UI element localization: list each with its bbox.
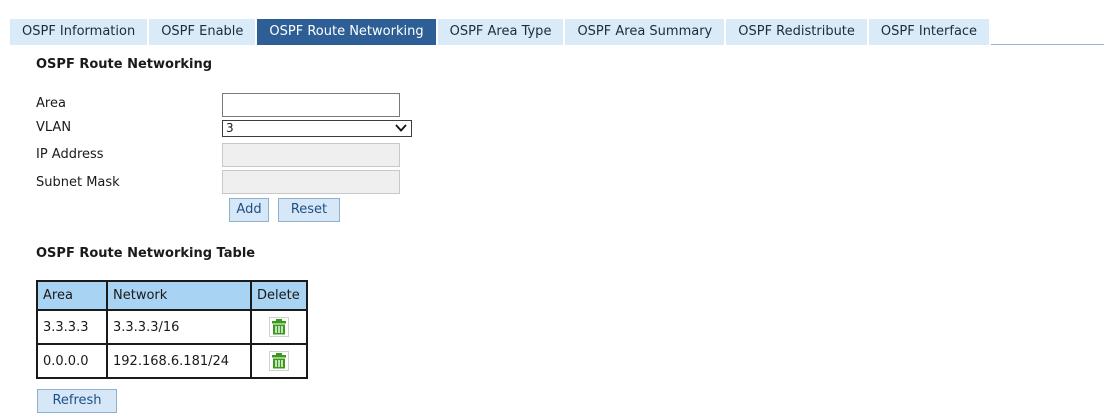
tab-ospf-route-networking[interactable]: OSPF Route Networking bbox=[257, 19, 438, 45]
add-button[interactable]: Add bbox=[229, 198, 269, 222]
cell-delete bbox=[250, 343, 308, 379]
chevron-down-icon bbox=[395, 124, 407, 132]
trash-icon[interactable] bbox=[269, 351, 289, 371]
ip-address-label: IP Address bbox=[36, 147, 104, 162]
form-section-title: OSPF Route Networking bbox=[36, 57, 213, 72]
header-network: Network bbox=[106, 280, 252, 311]
refresh-button[interactable]: Refresh bbox=[37, 389, 117, 413]
trash-icon[interactable] bbox=[269, 317, 289, 337]
area-input[interactable] bbox=[222, 93, 400, 117]
subnet-mask-input[interactable] bbox=[222, 170, 400, 194]
vlan-label: VLAN bbox=[36, 120, 72, 135]
table-row: 3.3.3.3 3.3.3.3/16 bbox=[36, 309, 308, 345]
cell-area: 3.3.3.3 bbox=[36, 309, 108, 345]
table-header-row: Area Network Delete bbox=[36, 280, 308, 311]
cell-delete bbox=[250, 309, 308, 345]
tab-bar: OSPF Information OSPF Enable OSPF Route … bbox=[0, 0, 1104, 45]
ip-address-input[interactable] bbox=[222, 143, 400, 167]
tab-ospf-enable[interactable]: OSPF Enable bbox=[149, 19, 258, 45]
cell-network: 3.3.3.3/16 bbox=[106, 309, 252, 345]
table-section-title: OSPF Route Networking Table bbox=[36, 246, 256, 261]
vlan-select[interactable]: 3 bbox=[222, 120, 412, 137]
area-label: Area bbox=[36, 96, 66, 111]
route-networking-table: Area Network Delete 3.3.3.3 3.3.3.3/16 0… bbox=[36, 280, 308, 379]
tab-ospf-interface[interactable]: OSPF Interface bbox=[868, 19, 992, 45]
cell-network: 192.168.6.181/24 bbox=[106, 343, 252, 379]
header-area: Area bbox=[36, 280, 108, 311]
tab-list: OSPF Information OSPF Enable OSPF Route … bbox=[10, 19, 992, 45]
cell-area: 0.0.0.0 bbox=[36, 343, 108, 379]
table-row: 0.0.0.0 192.168.6.181/24 bbox=[36, 343, 308, 379]
subnet-mask-label: Subnet Mask bbox=[36, 175, 120, 190]
tab-ospf-area-type[interactable]: OSPF Area Type bbox=[437, 19, 566, 45]
header-delete: Delete bbox=[250, 280, 308, 311]
vlan-selected-value: 3 bbox=[226, 121, 234, 135]
tab-ospf-information[interactable]: OSPF Information bbox=[10, 19, 150, 45]
tab-ospf-redistribute[interactable]: OSPF Redistribute bbox=[726, 19, 869, 45]
reset-button[interactable]: Reset bbox=[278, 198, 340, 222]
tab-ospf-area-summary[interactable]: OSPF Area Summary bbox=[565, 19, 727, 45]
